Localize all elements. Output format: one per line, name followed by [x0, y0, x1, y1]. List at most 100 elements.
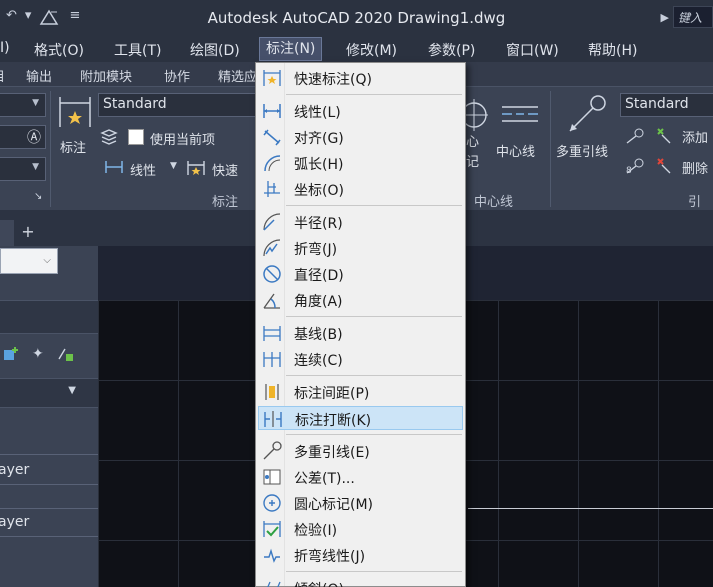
jogged-icon — [263, 239, 281, 257]
menu-item-linear[interactable]: 线性(L) — [258, 99, 463, 123]
menu-separator — [286, 94, 462, 95]
dim-break-icon — [264, 411, 282, 427]
expand-arrow-icon[interactable]: ▶ — [661, 11, 669, 24]
menu-modify[interactable]: 修改(M) — [346, 40, 397, 60]
panel-expand-icon[interactable]: ↘ — [34, 191, 42, 202]
menu-tools[interactable]: 工具(T) — [114, 40, 161, 60]
add-leader-label[interactable]: 添加 — [682, 127, 708, 146]
quick-dim-icon[interactable] — [186, 159, 206, 181]
center-mark-label[interactable]: 心记 — [466, 133, 479, 173]
menu-parametric[interactable]: 参数(P) — [428, 40, 475, 60]
layer-settings-icon[interactable] — [56, 346, 74, 366]
linear-dropdown-icon[interactable]: ▼ — [170, 161, 177, 171]
menu-help[interactable]: 帮助(H) — [588, 40, 637, 60]
layer-row-label[interactable]: ayer — [0, 514, 29, 530]
add-leader-icon[interactable] — [654, 125, 674, 149]
window-title: Autodesk AutoCAD 2020 Drawing1.dwg — [207, 9, 506, 27]
menu-item-dim-break[interactable]: 标注打断(K) — [258, 406, 463, 430]
menu-separator — [286, 375, 462, 376]
menu-item-label: 连续(C) — [294, 353, 343, 369]
menu-view[interactable]: I) — [0, 40, 10, 56]
ribbon-tab-collaborate[interactable]: 协作 — [164, 66, 190, 85]
multileader-label[interactable]: 多重引线 — [556, 141, 608, 160]
use-current-checkbox[interactable] — [128, 129, 144, 145]
mleader-style-combo[interactable]: Standard — [620, 93, 713, 117]
menu-item-label: 基线(B) — [294, 327, 343, 343]
menu-item-ordinate[interactable]: 坐标(O) — [258, 177, 463, 201]
dim-style-combo[interactable]: Standard — [98, 93, 256, 117]
ribbon-tab-view[interactable]: 目 — [0, 66, 5, 85]
menu-item-dim-space[interactable]: 标注间距(P) — [258, 380, 463, 404]
radius-icon — [263, 213, 281, 231]
chevron-down-icon: ▼ — [32, 162, 39, 172]
centerline-label[interactable]: 中心线 — [496, 141, 535, 160]
menu-item-label: 对齐(G) — [294, 131, 344, 147]
collect-leader-icon[interactable]: 8 — [624, 157, 646, 179]
center-mark-icon[interactable] — [461, 99, 496, 135]
menu-separator — [286, 205, 462, 206]
menu-item-label: 标注打断(K) — [295, 413, 372, 429]
menu-separator — [286, 434, 462, 435]
linear-dim-icon[interactable] — [104, 159, 124, 179]
menu-item-oblique[interactable]: 倾斜(Q) — [258, 576, 463, 587]
menu-item-inspection[interactable]: 检验(I) — [258, 517, 463, 541]
palette-divider — [0, 508, 98, 509]
menu-draw[interactable]: 绘图(D) — [190, 40, 240, 60]
menu-dimension[interactable]: 标注(N) — [259, 37, 323, 61]
baseline-icon — [263, 326, 281, 341]
search-input[interactable]: 键入 — [673, 6, 713, 28]
palette-combo[interactable]: ⌵ — [0, 248, 58, 274]
text-combo[interactable]: Ⓐ — [0, 125, 46, 149]
palette-filter-row[interactable]: ▼ — [0, 378, 98, 408]
ordinate-icon — [264, 181, 280, 197]
menu-item-diameter[interactable]: 直径(D) — [258, 262, 463, 286]
menu-item-jogged[interactable]: 折弯(J) — [258, 236, 463, 260]
drawn-line[interactable] — [468, 508, 713, 509]
leader-align-icon[interactable] — [624, 127, 646, 149]
ribbon-tab-addins[interactable]: 附加模块 — [80, 66, 132, 85]
quick-dim-label[interactable]: 快速 — [212, 160, 238, 179]
file-tab-drawing1[interactable] — [0, 220, 14, 246]
menu-item-label: 多重引线(E) — [294, 445, 370, 461]
palette-toolbar: ✦ — [2, 346, 74, 366]
locate-icon[interactable]: ✦ — [32, 346, 44, 366]
menu-item-multileader[interactable]: 多重引线(E) — [258, 439, 463, 463]
menu-item-tolerance[interactable]: 公差(T)... — [258, 465, 463, 489]
menu-item-angular[interactable]: 角度(A) — [258, 288, 463, 312]
ribbon-tab-featured[interactable]: 精选应 — [218, 66, 257, 85]
menu-item-arc-length[interactable]: 弧长(H) — [258, 151, 463, 175]
menu-item-aligned[interactable]: 对齐(G) — [258, 125, 463, 149]
dimension-icon — [59, 97, 91, 127]
centerline-icon[interactable] — [500, 103, 540, 129]
new-layer-icon[interactable] — [2, 346, 20, 366]
aligned-icon — [263, 129, 281, 146]
layer-combo[interactable]: ▼ — [0, 93, 46, 117]
new-tab-plus-icon[interactable]: + — [16, 220, 40, 244]
layer-state-combo[interactable]: ▼ — [0, 157, 46, 181]
menu-separator — [286, 571, 462, 572]
menu-item-jogged-linear[interactable]: 折弯线性(J) — [258, 543, 463, 567]
menu-item-label: 线性(L) — [294, 105, 341, 121]
menu-format[interactable]: 格式(O) — [34, 40, 84, 60]
use-current-label: 使用当前项 — [150, 133, 216, 148]
menu-item-radius[interactable]: 半径(R) — [258, 210, 463, 234]
ribbon-separator — [550, 91, 551, 207]
menu-item-label: 折弯线性(J) — [294, 549, 366, 565]
chevron-down-icon[interactable]: ▼ — [68, 385, 76, 396]
remove-leader-label[interactable]: 删除 — [682, 158, 708, 177]
layer-row-label[interactable]: ayer — [0, 462, 29, 478]
remove-leader-icon[interactable] — [654, 155, 674, 179]
palette-divider — [0, 454, 98, 455]
search-text-icon: Ⓐ — [27, 130, 41, 146]
dimension-big-button[interactable]: 标注 — [56, 93, 96, 156]
menu-item-baseline[interactable]: 基线(B) — [258, 321, 463, 345]
multileader-icon[interactable] — [566, 95, 608, 139]
menu-window[interactable]: 窗口(W) — [506, 40, 559, 60]
menu-item-quick-dimension[interactable]: 快速标注(Q) — [258, 66, 463, 90]
linear-dim-label[interactable]: 线性 — [130, 160, 156, 179]
ribbon-tab-output[interactable]: 输出 — [26, 66, 52, 85]
menu-item-center-mark[interactable]: 圆心标记(M) — [258, 491, 463, 515]
arc-length-icon — [264, 155, 281, 172]
menu-item-label: 标注间距(P) — [294, 386, 370, 402]
menu-item-continue[interactable]: 连续(C) — [258, 347, 463, 371]
